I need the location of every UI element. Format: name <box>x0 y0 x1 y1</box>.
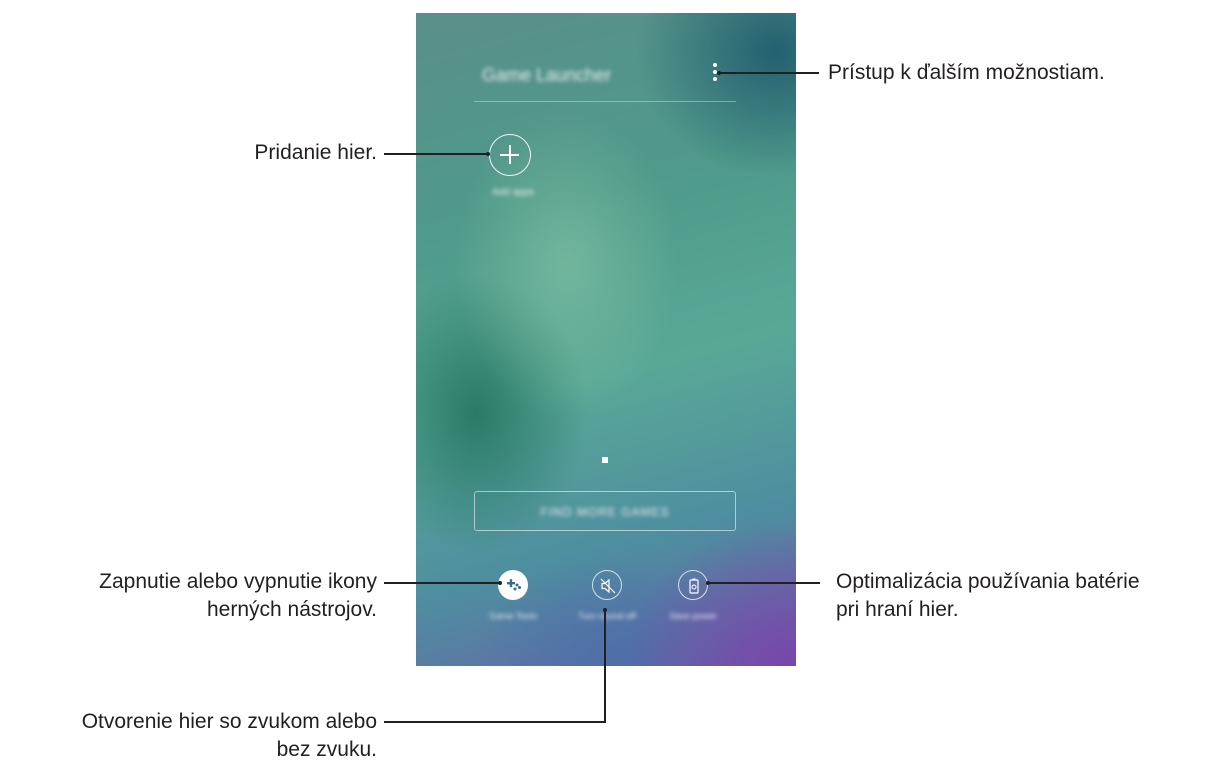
mute-icon[interactable] <box>592 570 622 600</box>
find-more-games-label: FIND MORE GAMES <box>540 505 670 519</box>
add-games-dot <box>486 152 490 156</box>
add-apps-button[interactable] <box>489 134 531 176</box>
add-games-leader <box>384 153 488 155</box>
game-tools-icon[interactable] <box>498 570 528 600</box>
page-indicator <box>602 457 608 463</box>
find-more-games-button[interactable]: FIND MORE GAMES <box>474 491 736 531</box>
sound-leader-vertical <box>604 610 606 723</box>
battery-leader <box>708 582 820 584</box>
game-tools-callout-line1: Zapnutie alebo vypnutie ikony <box>99 570 377 593</box>
save-power-label: Save power <box>669 611 717 621</box>
app-title: Game Launcher <box>482 65 612 85</box>
add-games-callout: Pridanie hier. <box>254 141 377 164</box>
game-tools-callout-line2: herných nástrojov. <box>206 598 377 621</box>
sound-off-label: Turn sound off <box>578 611 636 621</box>
sound-leader-horizontal <box>384 721 606 723</box>
more-options-leader <box>719 72 819 74</box>
game-tools-leader <box>384 582 500 584</box>
add-apps-label: Add apps <box>492 187 535 198</box>
battery-settings-icon[interactable] <box>678 570 708 600</box>
battery-callout-line1: Optimalizácia používania batérie <box>836 570 1140 593</box>
more-options-callout: Prístup k ďalším možnostiam. <box>828 61 1105 84</box>
game-tools-label: Game Tools <box>489 611 537 621</box>
sound-callout-line2: bez zvuku. <box>276 738 377 761</box>
sound-callout-line1: Otvorenie hier so zvukom alebo <box>81 710 377 733</box>
battery-callout-line2: pri hraní hier. <box>836 598 959 621</box>
sound-dot <box>603 608 607 612</box>
game-tools-dot <box>498 581 502 585</box>
header-divider <box>474 101 736 102</box>
phone-screen: Game Launcher Add apps FIND MORE GAMES G… <box>416 13 796 666</box>
